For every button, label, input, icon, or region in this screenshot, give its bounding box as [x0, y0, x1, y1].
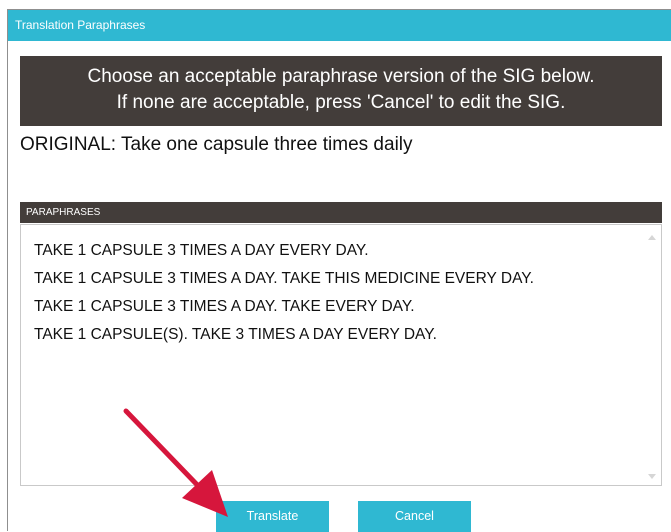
paraphrase-option[interactable]: TAKE 1 CAPSULE 3 TIMES A DAY. TAKE THIS … [34, 265, 661, 293]
scroll-down-icon[interactable] [648, 474, 656, 479]
instructions-line-2: If none are acceptable, press 'Cancel' t… [116, 92, 566, 113]
paraphrases-header: PARAPHRASES [20, 202, 662, 223]
paraphrases-list-box[interactable]: TAKE 1 CAPSULE 3 TIMES A DAY EVERY DAY. … [20, 224, 662, 486]
paraphrase-option[interactable]: TAKE 1 CAPSULE 3 TIMES A DAY EVERY DAY. [34, 237, 661, 265]
cancel-button[interactable]: Cancel [358, 501, 471, 532]
paraphrase-option[interactable]: TAKE 1 CAPSULE(S). TAKE 3 TIMES A DAY EV… [34, 321, 661, 349]
paraphrases-list: TAKE 1 CAPSULE 3 TIMES A DAY EVERY DAY. … [21, 225, 661, 349]
translate-button[interactable]: Translate [216, 501, 329, 532]
original-sig-text: ORIGINAL: Take one capsule three times d… [20, 134, 413, 155]
paraphrase-option[interactable]: TAKE 1 CAPSULE 3 TIMES A DAY. TAKE EVERY… [34, 293, 661, 321]
scroll-up-icon[interactable] [648, 235, 656, 240]
list-scrollbar[interactable] [644, 225, 661, 485]
translation-paraphrases-dialog: Translation Paraphrases Choose an accept… [7, 9, 671, 532]
instructions-banner: Choose an acceptable paraphrase version … [20, 56, 662, 126]
instructions-line-1: Choose an acceptable paraphrase version … [87, 66, 595, 87]
window-title: Translation Paraphrases [8, 10, 671, 41]
